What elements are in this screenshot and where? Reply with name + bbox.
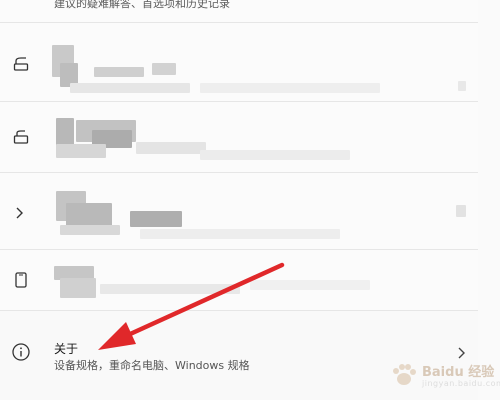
watermark-brand: Baidu 经验 (422, 365, 495, 380)
settings-page: 建议的疑难解答、首选项和历史记录 关于 设备规格，重命名电脑、Windows 规… (0, 0, 500, 400)
about-title: 关于 (54, 342, 79, 356)
redacted-desc (70, 83, 190, 93)
settings-item-blurred-3[interactable] (0, 173, 478, 250)
settings-item-blurred-1[interactable] (0, 23, 478, 102)
paw-logo-icon (393, 364, 416, 385)
cloud-sync-icon (13, 130, 29, 144)
redacted-chevron (458, 81, 466, 91)
redacted-title (94, 67, 144, 77)
watermark-url: jingyan.baidu.com (422, 379, 500, 388)
scroll-edge (478, 0, 500, 400)
about-description: 设备规格，重命名电脑、Windows 规格 (54, 359, 250, 372)
redacted-title (152, 63, 176, 75)
redacted-desc (100, 284, 240, 294)
redacted-title (130, 211, 182, 227)
redacted-desc (56, 144, 106, 158)
redacted-desc (250, 280, 370, 290)
shield-lock-icon (13, 57, 29, 71)
watermark: Baidu 经验 jingyan.baidu.com (386, 355, 500, 395)
settings-item-blurred-2[interactable] (0, 102, 478, 173)
redacted-chevron (456, 205, 466, 217)
terminal-icon (16, 207, 23, 219)
phone-device-icon (15, 272, 27, 288)
settings-item-troubleshoot[interactable]: 建议的疑难解答、首选项和历史记录 (0, 0, 478, 23)
settings-item-description: 建议的疑难解答、首选项和历史记录 (54, 0, 230, 10)
info-icon (12, 343, 30, 361)
redacted-title (66, 203, 112, 227)
redacted-desc (60, 225, 120, 235)
settings-item-blurred-4[interactable] (0, 250, 478, 311)
redacted-desc (140, 229, 340, 239)
redacted-desc (200, 150, 350, 160)
redacted-title (60, 278, 96, 298)
redacted-desc (200, 83, 380, 93)
redacted-desc (136, 142, 206, 154)
